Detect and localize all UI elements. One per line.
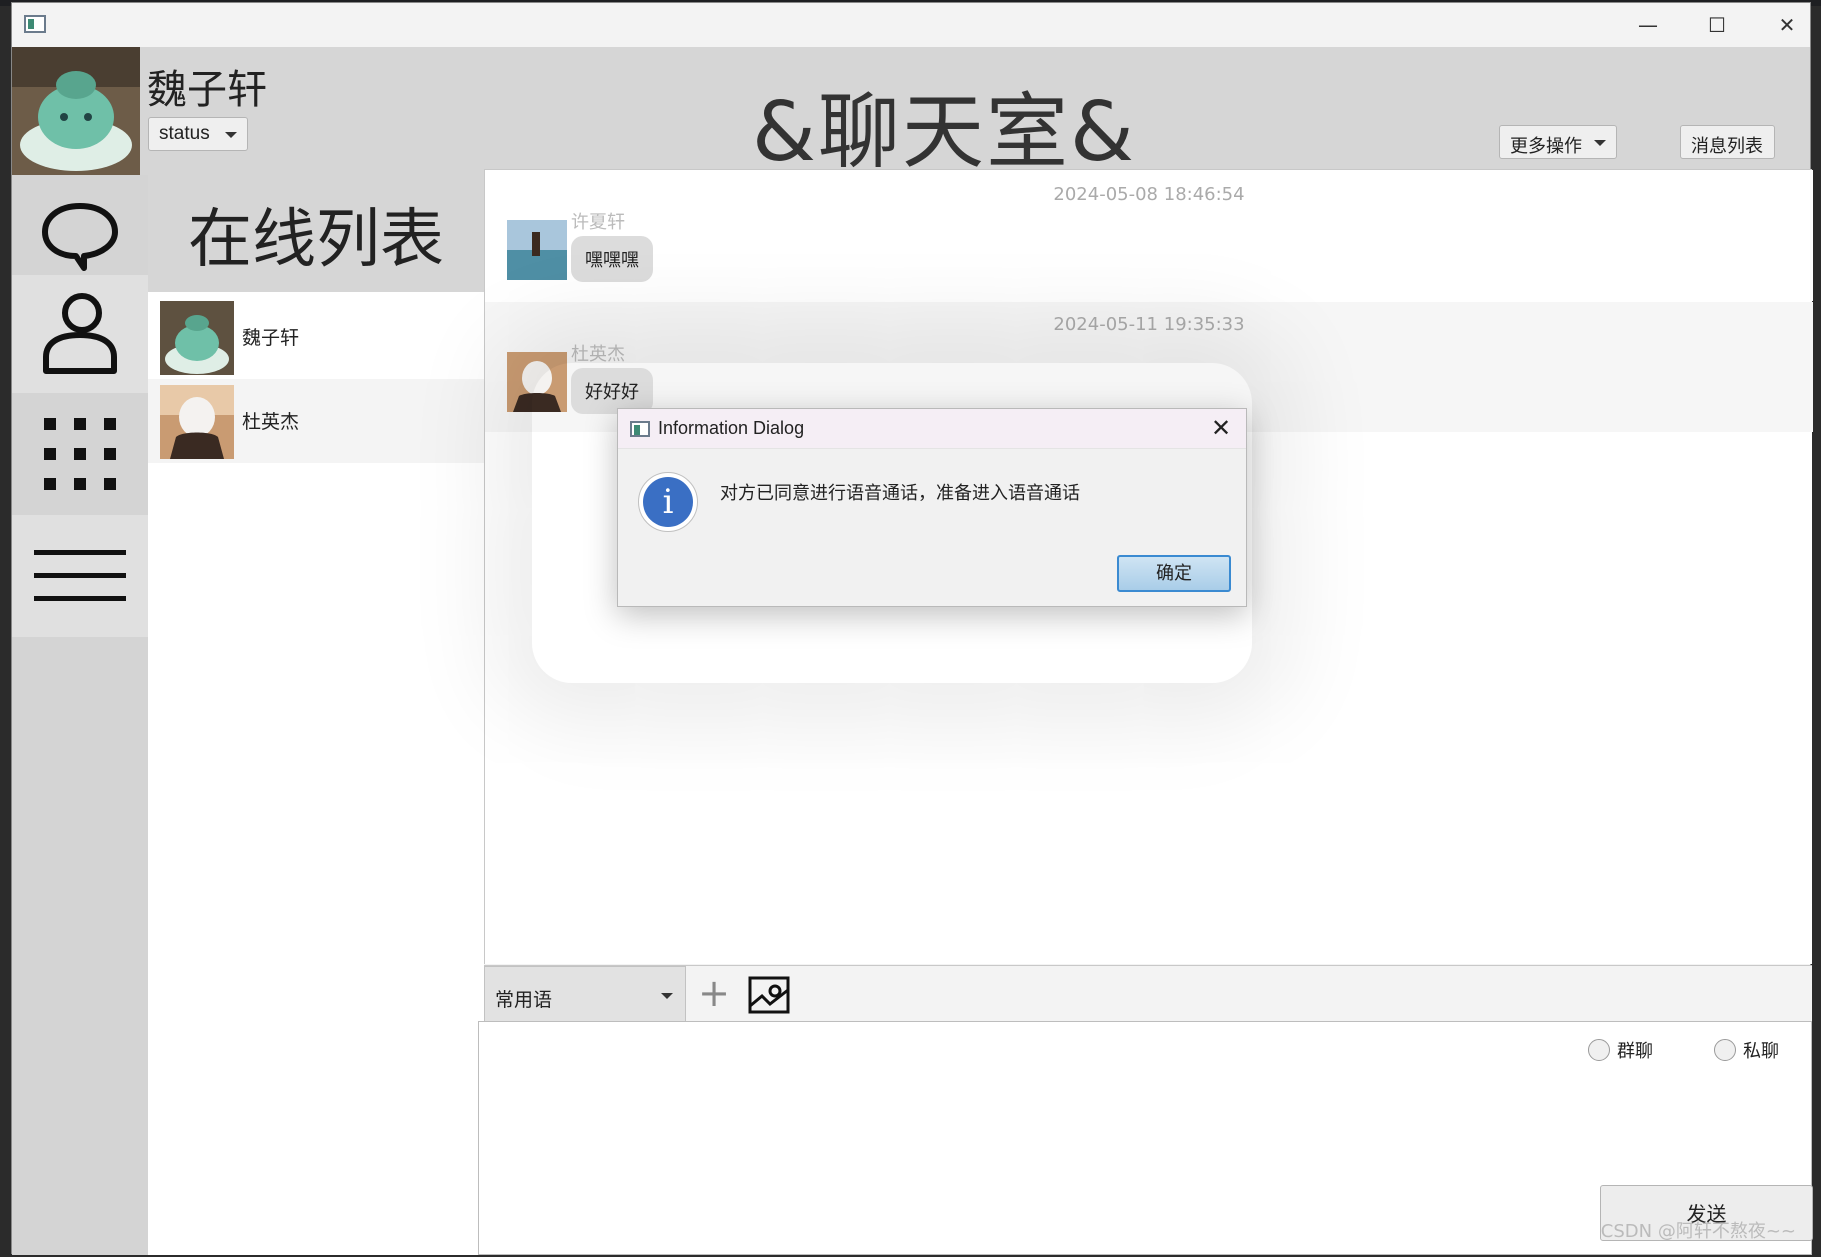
- message-avatar: [507, 220, 567, 280]
- user-avatar[interactable]: [12, 47, 140, 175]
- online-user-avatar: [160, 385, 234, 459]
- close-window-button[interactable]: ✕: [1752, 3, 1821, 47]
- message-bubble[interactable]: 嘿嘿嘿: [571, 236, 653, 282]
- more-actions-dropdown[interactable]: 更多操作: [1499, 125, 1617, 159]
- maximize-button[interactable]: ☐: [1682, 3, 1752, 47]
- private-chat-label: 私聊: [1743, 1041, 1779, 1062]
- online-user-name: 魏子轩: [242, 327, 300, 349]
- header: 魏子轩 status &聊天室& 更多操作 消息列表: [12, 47, 1810, 180]
- close-icon[interactable]: ✕: [1206, 413, 1236, 443]
- message-list-button[interactable]: 消息列表: [1680, 125, 1775, 159]
- group-chat-label: 群聊: [1617, 1041, 1653, 1062]
- dialog-title: Information Dialog: [658, 418, 805, 438]
- chevron-down-icon: [1594, 140, 1606, 146]
- apps-grid-icon: [44, 418, 116, 490]
- common-phrases-label: 常用语: [495, 989, 553, 1011]
- message-sender: 许夏轩: [571, 212, 625, 233]
- online-user-row[interactable]: 魏子轩: [148, 295, 484, 379]
- status-dropdown[interactable]: status: [148, 117, 248, 151]
- minimize-button[interactable]: —: [1613, 3, 1683, 47]
- image-icon[interactable]: [748, 976, 790, 1014]
- username: 魏子轩: [147, 67, 267, 113]
- private-chat-radio[interactable]: 私聊: [1714, 1037, 1779, 1063]
- chevron-down-icon: [661, 993, 673, 999]
- watermark: CSDN @阿轩不熬夜~~: [1600, 1221, 1796, 1242]
- message-timestamp: 2024-05-08 18:46:54: [1053, 184, 1245, 205]
- ok-button[interactable]: 确定: [1117, 555, 1231, 592]
- nav-contacts[interactable]: [12, 275, 148, 393]
- status-label: status: [159, 123, 210, 144]
- chat-bubble-icon: [42, 203, 118, 271]
- app-window: — ☐ ✕ 魏子轩 status &聊天室& 更多操作 消息列表 在线列表 魏子…: [11, 2, 1813, 1255]
- message-sender: 杜英杰: [571, 344, 625, 365]
- menu-icon: [34, 550, 126, 601]
- app-icon: [24, 15, 46, 33]
- dialog-message: 对方已同意进行语音通话，准备进入语音通话: [720, 483, 1080, 504]
- chat-message: 2024-05-08 18:46:54 许夏轩 嘿嘿嘿: [485, 170, 1813, 301]
- online-list-title: 在线列表: [148, 175, 484, 292]
- chat-room-title: &聊天室&: [752, 85, 1136, 180]
- message-avatar: [507, 352, 567, 412]
- common-phrases-select[interactable]: 常用语: [484, 966, 686, 1026]
- group-chat-radio[interactable]: 群聊: [1588, 1037, 1653, 1063]
- left-nav: [12, 175, 148, 1255]
- avatar-image: [12, 47, 140, 175]
- nav-menu[interactable]: [12, 515, 148, 637]
- compose-toolbar: 常用语 +: [484, 965, 1812, 1026]
- online-user-name: 杜英杰: [242, 411, 300, 433]
- online-user-avatar: [160, 301, 234, 375]
- radio-circle: [1714, 1039, 1736, 1061]
- plus-icon[interactable]: +: [694, 974, 734, 1014]
- window-titlebar: — ☐ ✕: [12, 3, 1810, 47]
- online-user-row[interactable]: 杜英杰: [148, 379, 484, 463]
- online-list-panel: 在线列表 魏子轩 杜英杰: [148, 175, 484, 1255]
- info-icon-glyph: i: [643, 477, 693, 527]
- information-dialog: Information Dialog ✕ i 对方已同意进行语音通话，准备进入语…: [617, 408, 1247, 607]
- radio-circle: [1588, 1039, 1610, 1061]
- nav-apps[interactable]: [12, 393, 148, 515]
- dialog-titlebar: Information Dialog ✕: [618, 409, 1246, 449]
- message-timestamp: 2024-05-11 19:35:33: [1053, 314, 1245, 335]
- chevron-down-icon: [225, 132, 237, 138]
- user-icon: [43, 293, 117, 374]
- more-actions-label: 更多操作: [1510, 136, 1582, 157]
- app-icon: [630, 421, 650, 437]
- info-icon: i: [638, 472, 698, 532]
